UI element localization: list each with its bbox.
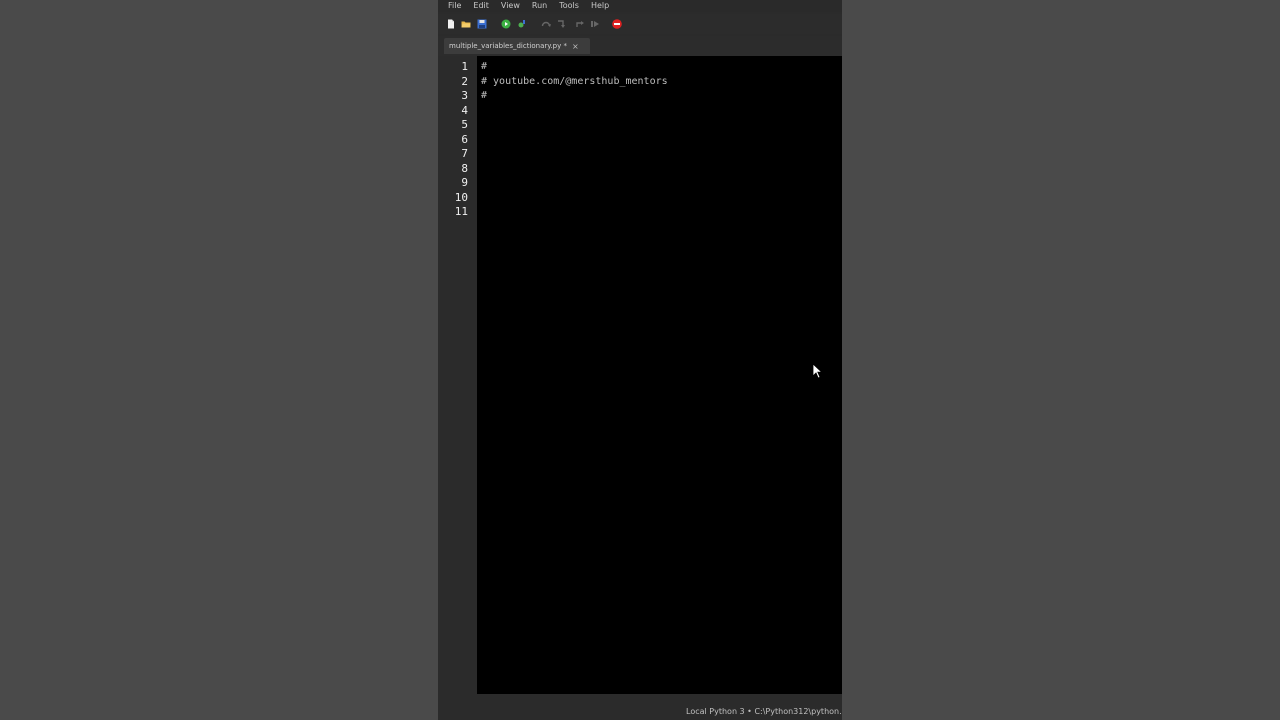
line-number: 6 xyxy=(461,132,468,146)
step-over-icon[interactable] xyxy=(541,19,551,29)
step-out-icon[interactable] xyxy=(575,19,585,29)
interpreter-status[interactable]: Local Python 3 • C:\Python312\python.exe xyxy=(686,707,842,716)
code-line[interactable]: # xyxy=(481,89,487,103)
menu-run[interactable]: Run xyxy=(532,1,547,11)
line-number: 4 xyxy=(461,103,468,117)
menu-edit[interactable]: Edit xyxy=(473,1,489,11)
tab-label: multiple_variables_dictionary.py * xyxy=(449,42,567,50)
new-file-icon[interactable] xyxy=(446,19,456,29)
code-line[interactable]: # youtube.com/@mersthub_mentors xyxy=(481,75,668,89)
debug-icon[interactable] xyxy=(517,19,527,29)
line-number: 9 xyxy=(461,176,468,189)
line-number: 11 xyxy=(454,205,468,218)
menu-tools[interactable]: Tools xyxy=(559,1,579,11)
menu-view[interactable]: View xyxy=(501,1,520,11)
line-number: 3 xyxy=(461,89,468,102)
menu-bar: File Edit View Run Tools Help xyxy=(438,0,842,12)
line-number: 7 xyxy=(461,147,468,160)
stop-icon[interactable] xyxy=(612,19,622,29)
tab-multiple-variables-dictionary[interactable]: multiple_variables_dictionary.py * × xyxy=(444,38,590,54)
code-editor[interactable]: # # youtube.com/@mersthub_mentors # xyxy=(477,56,842,694)
status-bar: Local Python 3 • C:\Python312\python.exe xyxy=(438,704,842,720)
code-line[interactable]: # xyxy=(481,60,487,74)
close-icon[interactable]: × xyxy=(572,42,579,51)
resume-icon[interactable] xyxy=(590,19,600,29)
run-icon[interactable] xyxy=(501,19,511,29)
line-number-gutter: 1 2 3 4 5 6 7 8 9 10 11 xyxy=(438,56,477,696)
save-icon[interactable] xyxy=(477,19,487,29)
menu-file[interactable]: File xyxy=(448,1,461,11)
line-number: 1 xyxy=(461,60,468,73)
menu-help[interactable]: Help xyxy=(591,1,609,11)
line-number: 5 xyxy=(461,118,468,131)
open-file-icon[interactable] xyxy=(461,19,471,29)
line-number: 10 xyxy=(454,190,468,204)
line-number: 2 xyxy=(461,74,468,88)
step-into-icon[interactable] xyxy=(556,19,566,29)
ide-window: File Edit View Run Tools Help multiple_v… xyxy=(438,0,842,720)
line-number: 8 xyxy=(461,161,468,175)
tab-bar: multiple_variables_dictionary.py * × xyxy=(438,36,842,56)
mouse-pointer-icon xyxy=(812,363,822,379)
toolbar xyxy=(438,14,842,34)
